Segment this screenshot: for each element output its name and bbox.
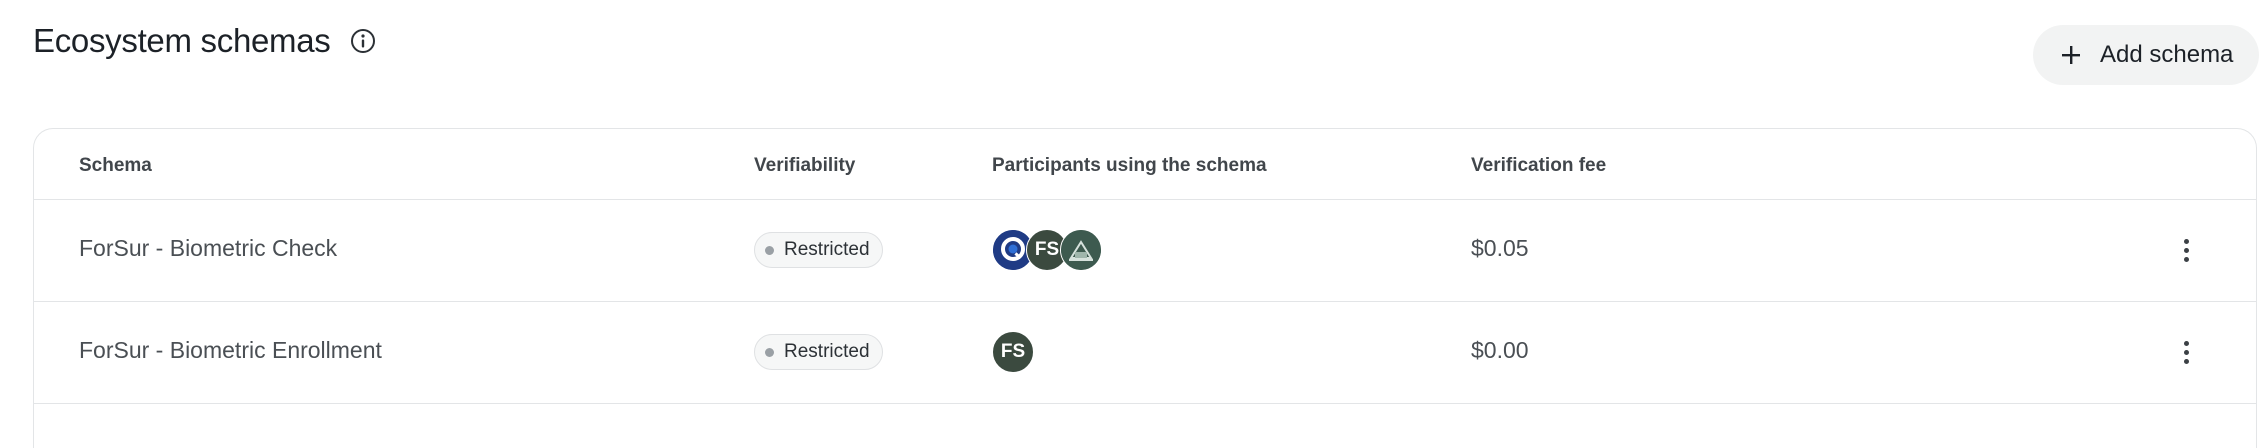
column-header-participants: Participants using the schema bbox=[992, 155, 1267, 176]
schemas-table: Schema Verifiability Participants using … bbox=[33, 128, 2257, 448]
page-header: Ecosystem schemas bbox=[33, 22, 377, 60]
row-menu-icon[interactable] bbox=[2178, 233, 2194, 267]
verifiability-badge: Restricted bbox=[754, 334, 883, 370]
building-logo-avatar[interactable] bbox=[1060, 229, 1102, 271]
participant-avatars: FS bbox=[992, 229, 1102, 271]
participant-avatars: FS bbox=[992, 331, 1034, 373]
table-row[interactable]: ForSur - Biometric Check Restricted FS $… bbox=[34, 199, 2256, 302]
verification-fee: $0.00 bbox=[1471, 337, 1529, 363]
schema-name: ForSur - Biometric Enrollment bbox=[79, 337, 382, 363]
schema-name: ForSur - Biometric Check bbox=[79, 235, 338, 261]
table-row[interactable]: ForSur - Biometric Enrollment Restricted… bbox=[34, 301, 2256, 404]
page-title: Ecosystem schemas bbox=[33, 22, 331, 59]
add-schema-button[interactable]: Add schema bbox=[2033, 25, 2259, 85]
verifiability-label: Restricted bbox=[784, 239, 870, 260]
column-header-verifiability: Verifiability bbox=[754, 155, 856, 176]
verification-fee: $0.05 bbox=[1471, 235, 1529, 261]
table-header: Schema Verifiability Participants using … bbox=[34, 129, 2256, 200]
add-schema-label: Add schema bbox=[2100, 41, 2234, 68]
row-menu-icon[interactable] bbox=[2178, 335, 2194, 369]
status-dot bbox=[765, 347, 774, 357]
column-header-verification-fee: Verification fee bbox=[1471, 155, 1607, 176]
info-circle-icon[interactable] bbox=[349, 27, 377, 55]
plus-icon bbox=[2060, 44, 2082, 66]
status-dot bbox=[765, 245, 774, 255]
fs-logo-avatar[interactable]: FS bbox=[992, 331, 1034, 373]
column-header-schema: Schema bbox=[79, 155, 152, 176]
verifiability-badge: Restricted bbox=[754, 232, 883, 268]
verifiability-label: Restricted bbox=[784, 341, 870, 362]
